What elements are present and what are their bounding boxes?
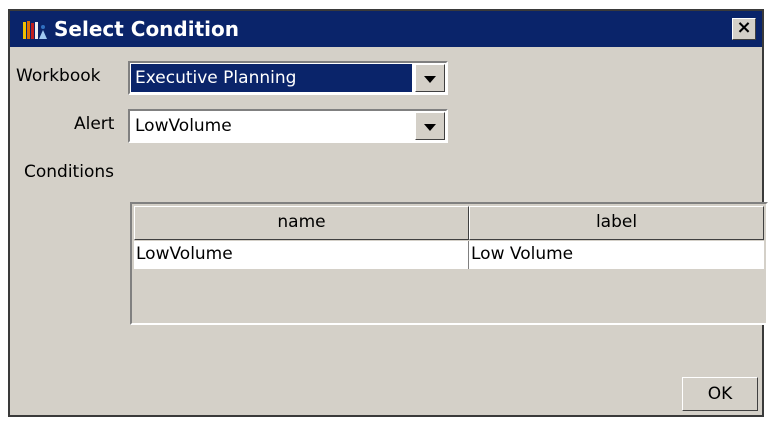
workbook-select-value: Executive Planning <box>131 64 412 92</box>
workbook-label: Workbook <box>16 66 101 86</box>
workbook-select[interactable]: Executive Planning <box>128 61 448 95</box>
cell-label[interactable]: Low Volume <box>469 241 764 269</box>
cell-name[interactable]: LowVolume <box>134 241 469 269</box>
table-row[interactable]: LowVolume Low Volume <box>134 241 764 269</box>
alert-dropdown-button[interactable] <box>415 112 445 140</box>
close-icon: × <box>736 17 752 38</box>
close-button[interactable]: × <box>732 18 756 40</box>
ok-button[interactable]: OK <box>682 377 758 411</box>
workbook-dropdown-button[interactable] <box>415 64 445 92</box>
dialog-title: Select Condition <box>54 17 239 41</box>
column-header-name[interactable]: name <box>134 206 469 240</box>
bookshelf-icon <box>23 21 47 39</box>
conditions-label: Conditions <box>24 162 114 182</box>
alert-label: Alert <box>74 114 115 134</box>
alert-select[interactable]: LowVolume <box>128 109 448 143</box>
title-bar[interactable]: Select Condition × <box>10 11 762 47</box>
conditions-table: name label LowVolume Low Volume <box>130 202 768 325</box>
alert-select-value: LowVolume <box>135 116 232 136</box>
column-header-label[interactable]: label <box>469 206 764 240</box>
select-condition-dialog: Select Condition × Workbook Executive Pl… <box>8 9 768 417</box>
